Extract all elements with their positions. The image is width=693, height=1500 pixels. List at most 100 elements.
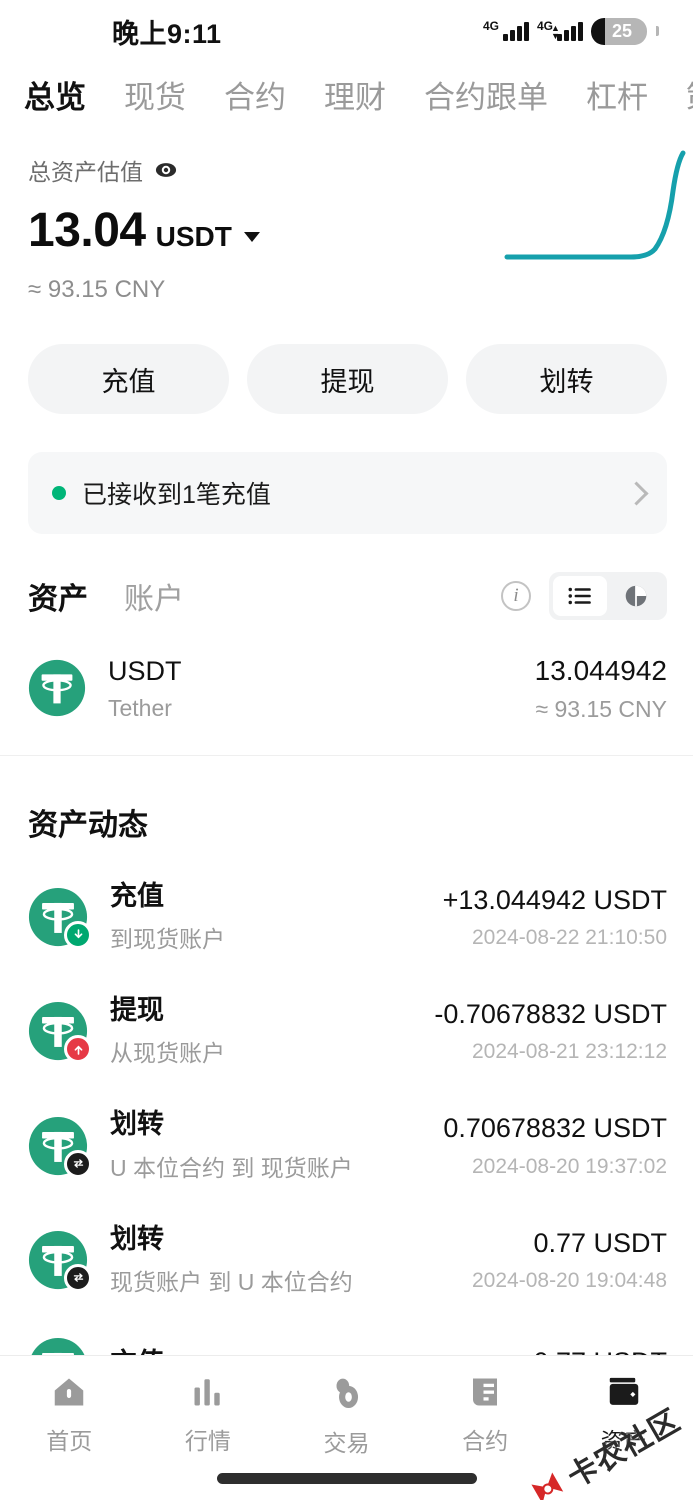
usdt-coin-icon <box>28 659 86 717</box>
total-assets-fiat: ≈ 93.15 CNY <box>28 276 166 303</box>
contract-icon <box>473 1378 498 1406</box>
activity-value-block: +13.044942 USDT 2024-08-22 21:10:50 <box>443 884 667 950</box>
status-dot-icon <box>52 486 66 500</box>
activity-type: 划转 <box>110 1109 164 1140</box>
home-indicator <box>216 1473 477 1484</box>
battery-percent-label: 25 <box>611 20 633 41</box>
assets-header-controls: i <box>501 572 667 620</box>
nav-item-assets[interactable]: 资产 <box>554 1374 693 1456</box>
activity-subtitle: 现货账户 到 U 本位合约 <box>110 1269 353 1296</box>
info-icon[interactable]: i <box>501 581 531 611</box>
asset-amount: 13.044942 <box>534 655 667 686</box>
activity-subtitle: 从现货账户 <box>110 1040 225 1067</box>
asset-fiat-value: ≈ 93.15 CNY <box>535 695 667 722</box>
data-transfer-icon: ▲ ▼ <box>551 22 560 41</box>
activity-list: 充值 到现货账户 +13.044942 USDT 2024-08-22 21:1… <box>0 844 693 1355</box>
activity-section-title: 资产动态 <box>28 808 148 842</box>
activity-row[interactable]: 划转 现货账户 到 U 本位合约 0.77 USDT 2024-08-20 19… <box>0 1203 693 1317</box>
activity-type: 充值 <box>110 1347 164 1355</box>
activity-timestamp: 2024-08-20 19:04:48 <box>472 1269 667 1293</box>
status-indicators: 4G 4G ▲ ▼ 25 <box>483 17 659 45</box>
battery-icon: 25 <box>591 17 647 45</box>
tab-accounts[interactable]: 账户 <box>124 574 184 618</box>
usdt-coin-icon <box>28 1116 92 1178</box>
activity-type: 提现 <box>110 994 164 1025</box>
total-assets-label-row: 总资产估值 <box>28 153 669 187</box>
withdraw-button[interactable]: 提现 <box>247 344 448 414</box>
top-tab-bar[interactable]: 总览 现货 合约 理财 合约跟单 杠杆 策略 <box>0 62 693 131</box>
activity-subtitle: U 本位合约 到 现货账户 <box>110 1154 353 1181</box>
activity-row[interactable]: 划转 U 本位合约 到 现货账户 0.70678832 USDT 2024-08… <box>0 1088 693 1202</box>
assets-section-header: 资产 账户 i <box>0 534 693 620</box>
activity-timestamp: 2024-08-21 23:12:12 <box>472 1040 667 1064</box>
signal-icon-sim1: 4G <box>483 20 529 41</box>
signal-icon-sim2: 4G ▲ ▼ <box>537 20 583 41</box>
tab-spot[interactable]: 现货 <box>124 72 186 117</box>
usdt-coin-icon <box>28 1337 88 1355</box>
tab-margin[interactable]: 杠杆 <box>586 72 648 117</box>
activity-value-block: 0.70678832 USDT 2024-08-20 19:37:02 <box>443 1112 667 1178</box>
activity-amount: +13.044942 USDT <box>442 884 667 915</box>
transfer-exchange-icon <box>64 1263 92 1292</box>
nav-item-trade[interactable]: 交易 <box>277 1374 416 1458</box>
total-assets-label: 总资产估值 <box>28 159 143 185</box>
transfer-button[interactable]: 划转 <box>466 344 667 414</box>
tab-copy-trading[interactable]: 合约跟单 <box>424 72 548 117</box>
activity-timestamp: 2024-08-22 21:10:50 <box>472 925 667 949</box>
usdt-coin-icon <box>28 1230 92 1292</box>
wallet-icon <box>609 1377 638 1405</box>
pie-chart-view-icon[interactable] <box>609 576 663 616</box>
tab-earn[interactable]: 理财 <box>324 72 386 117</box>
asset-list-item-usdt[interactable]: USDT Tether 13.044942 ≈ 93.15 CNY <box>0 620 693 756</box>
tab-futures[interactable]: 合约 <box>224 72 286 117</box>
nav-item-futures[interactable]: 合约 <box>416 1374 555 1456</box>
transfer-exchange-icon <box>64 1149 92 1178</box>
asset-symbol: USDT <box>108 655 182 686</box>
total-assets-block: 总资产估值 13.04 USDT ≈ 93.15 CNY <box>0 131 693 304</box>
scrollable-content[interactable]: 总览 现货 合约 理财 合约跟单 杠杆 策略 总资产估值 13 <box>0 62 693 1355</box>
asset-name-block: USDT Tether <box>108 655 182 722</box>
bottom-navigation-bar: 首页 行情 交易 合约 资产 <box>0 1355 693 1500</box>
activity-subtitle: 到现货账户 <box>110 925 225 952</box>
view-mode-toggle[interactable] <box>549 572 667 620</box>
deposit-arrow-down-icon <box>64 920 92 949</box>
activity-text-block: 划转 现货账户 到 U 本位合约 <box>110 1223 353 1297</box>
tab-assets[interactable]: 资产 <box>28 574 88 618</box>
activity-amount: -0.70678832 USDT <box>434 998 667 1029</box>
activity-amount: 0.77 USDT <box>533 1227 667 1258</box>
activity-value-block: +0.77 USDT <box>518 1346 667 1355</box>
activity-text-block: 充值 到现货账户 <box>110 880 225 954</box>
status-time: 晚上9:11 <box>112 18 222 49</box>
nav-label-trade: 交易 <box>323 1430 370 1456</box>
activity-value-block: -0.70678832 USDT 2024-08-21 23:12:12 <box>434 998 667 1064</box>
eye-icon[interactable] <box>155 159 177 181</box>
activity-row[interactable]: 充值 到现货账户 +13.044942 USDT 2024-08-22 21:1… <box>0 860 693 974</box>
tab-overview[interactable]: 总览 <box>24 72 86 117</box>
activity-row[interactable]: 提现 从现货账户 -0.70678832 USDT 2024-08-21 23:… <box>0 974 693 1088</box>
home-icon <box>55 1378 84 1406</box>
chevron-down-icon[interactable] <box>243 232 260 242</box>
asset-fullname: Tether <box>108 694 172 721</box>
trade-coins-icon <box>336 1378 359 1409</box>
activity-timestamp: 2024-08-20 19:37:02 <box>472 1154 667 1178</box>
nav-label-assets: 资产 <box>600 1428 647 1454</box>
total-assets-amount-row[interactable]: 13.04 USDT <box>28 203 669 258</box>
asset-value-block: 13.044942 ≈ 93.15 CNY <box>535 654 667 723</box>
activity-type: 充值 <box>110 880 164 911</box>
quick-actions: 充值 提现 划转 <box>0 304 693 414</box>
list-view-icon[interactable] <box>553 576 607 616</box>
withdraw-arrow-up-icon <box>64 1035 92 1064</box>
activity-row[interactable]: 充值 +0.77 USDT <box>0 1317 693 1355</box>
activity-text-block: 提现 从现货账户 <box>110 994 225 1068</box>
nav-item-home[interactable]: 首页 <box>0 1374 139 1456</box>
status-bar: 晚上9:11 4G 4G ▲ ▼ 25 <box>0 0 693 62</box>
deposit-button[interactable]: 充值 <box>28 344 229 414</box>
deposit-notice-banner[interactable]: 已接收到1笔充值 <box>28 452 667 534</box>
chart-bars-icon <box>194 1379 220 1406</box>
tab-strategy[interactable]: 策略 <box>686 72 693 117</box>
activity-amount: 0.70678832 USDT <box>443 1113 667 1144</box>
total-assets-amount: 13.04 <box>28 204 146 257</box>
nav-item-markets[interactable]: 行情 <box>139 1374 278 1456</box>
activity-type: 划转 <box>110 1223 164 1254</box>
deposit-notice-text: 已接收到1笔充值 <box>82 481 271 509</box>
